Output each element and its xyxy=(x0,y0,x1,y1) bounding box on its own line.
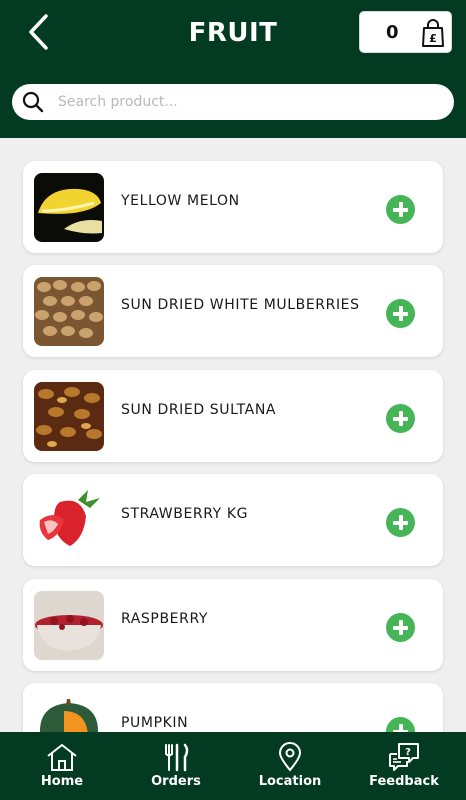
add-to-cart-button[interactable] xyxy=(386,404,415,433)
product-card[interactable]: SUN DRIED SULTANA xyxy=(23,370,443,462)
product-card[interactable]: STRAWBERRY KG xyxy=(23,474,443,566)
product-card[interactable]: YELLOW MELON xyxy=(23,161,443,253)
nav-feedback-label: Feedback xyxy=(369,774,439,789)
product-card[interactable]: SUN DRIED WHITE MULBERRIES xyxy=(23,265,443,357)
bottom-navigation: Home Orders Location ? Feedback xyxy=(0,732,466,800)
product-card[interactable]: PUMPKIN xyxy=(23,683,443,732)
nav-feedback[interactable]: ? Feedback xyxy=(354,732,454,800)
location-pin-icon xyxy=(278,742,302,772)
add-to-cart-button[interactable] xyxy=(386,613,415,642)
search-input[interactable] xyxy=(58,84,438,120)
nav-home-label: Home xyxy=(40,774,84,789)
add-to-cart-button[interactable] xyxy=(386,717,415,732)
product-image xyxy=(34,173,104,242)
nav-home[interactable]: Home xyxy=(12,732,112,800)
product-name: SUN DRIED WHITE MULBERRIES xyxy=(121,297,360,313)
add-to-cart-button[interactable] xyxy=(386,508,415,537)
product-list: YELLOW MELON SUN DRIED WHITE MULBERRIES xyxy=(0,138,466,732)
header: FRUIT 0 £ xyxy=(0,0,466,138)
product-name: SUN DRIED SULTANA xyxy=(121,402,277,418)
product-card[interactable]: RASPBERRY xyxy=(23,579,443,671)
product-image xyxy=(34,277,104,346)
nav-location-label: Location xyxy=(258,774,322,789)
cart-count: 0 xyxy=(386,22,399,43)
product-image xyxy=(34,591,104,660)
product-image xyxy=(34,695,104,732)
product-name: STRAWBERRY KG xyxy=(121,506,249,522)
svg-text:?: ? xyxy=(405,747,411,758)
nav-orders-label: Orders xyxy=(151,774,201,789)
product-name: RASPBERRY xyxy=(121,611,209,627)
product-name: YELLOW MELON xyxy=(121,193,240,209)
nav-orders[interactable]: Orders xyxy=(126,732,226,800)
svg-text:£: £ xyxy=(429,32,437,45)
product-image xyxy=(34,486,104,555)
product-name: PUMPKIN xyxy=(121,715,189,731)
cart-button[interactable]: 0 £ xyxy=(359,11,452,53)
home-icon xyxy=(47,744,77,771)
search-icon xyxy=(22,91,44,113)
add-to-cart-button[interactable] xyxy=(386,299,415,328)
feedback-chat-icon: ? xyxy=(389,743,419,771)
product-image xyxy=(34,382,104,451)
add-to-cart-button[interactable] xyxy=(386,195,415,224)
cutlery-icon xyxy=(165,743,189,772)
search-bar xyxy=(12,84,454,120)
nav-location[interactable]: Location xyxy=(240,732,340,800)
shopping-bag-icon: £ xyxy=(422,19,444,47)
